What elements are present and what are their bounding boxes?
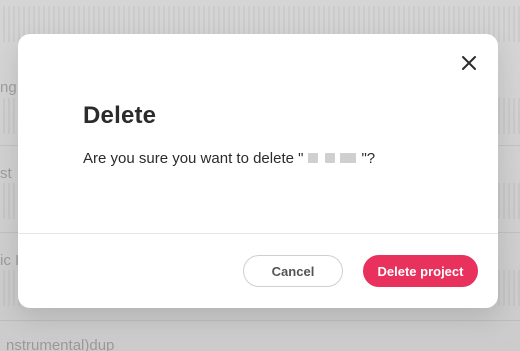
redacted-block — [340, 153, 357, 163]
delete-project-button-label: Delete project — [377, 263, 464, 279]
delete-project-button[interactable]: Delete project — [363, 255, 478, 287]
redacted-block — [308, 153, 319, 163]
delete-confirmation-message: Are you sure you want to delete " "? — [83, 150, 375, 167]
cancel-button-label: Cancel — [271, 263, 315, 279]
redacted-block — [325, 153, 336, 163]
cancel-button[interactable]: Cancel — [243, 255, 343, 287]
message-prefix: Are you sure you want to delete " — [83, 150, 304, 167]
delete-modal: Delete Are you sure you want to delete "… — [18, 34, 498, 308]
message-suffix: "? — [361, 150, 376, 167]
close-icon — [458, 52, 480, 74]
modal-title: Delete — [83, 102, 157, 129]
redacted-project-name — [304, 151, 360, 165]
close-button[interactable] — [458, 52, 480, 74]
modal-divider — [18, 233, 498, 234]
